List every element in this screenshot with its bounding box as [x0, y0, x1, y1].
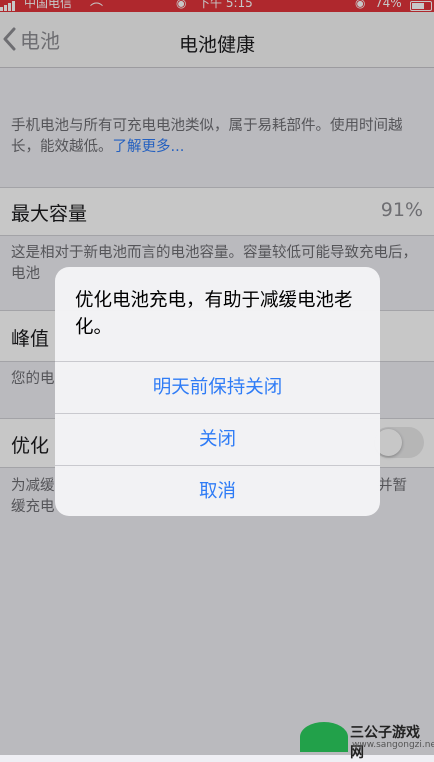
watermark: 三公子游戏网 www.sangongzi.net: [300, 722, 434, 761]
keep-off-until-tomorrow-button[interactable]: 明天前保持关闭: [55, 361, 380, 413]
turn-off-button[interactable]: 关闭: [55, 413, 380, 465]
alert-dialog: 优化电池充电，有助于减缓电池老化。 明天前保持关闭 关闭 取消: [55, 267, 380, 516]
alert-message: 优化电池充电，有助于减缓电池老化。: [75, 290, 353, 338]
watermark-logo-icon: [300, 722, 348, 752]
watermark-url: www.sangongzi.net: [352, 740, 434, 750]
cancel-button[interactable]: 取消: [55, 465, 380, 516]
battery-health-screen: 中国电信 ︵ ◉ 下午 5:15 ◉ 74% 电池 电池健康 手机电池与所有可充…: [0, 0, 434, 761]
